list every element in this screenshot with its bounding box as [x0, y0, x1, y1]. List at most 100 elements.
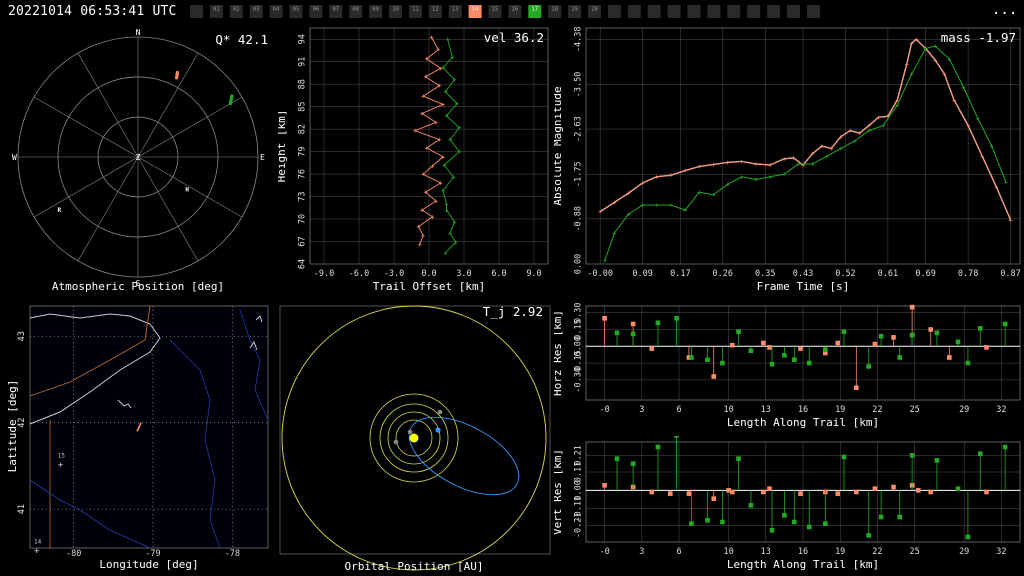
data-point: +: [418, 241, 422, 249]
data-point: +: [420, 207, 424, 215]
data-point: +: [914, 36, 918, 44]
x-tick-label: 19: [835, 405, 845, 415]
more-menu-button[interactable]: ...: [992, 2, 1017, 18]
data-point: +: [434, 119, 438, 127]
residual-point: [769, 528, 775, 533]
y-tick-label: 41: [17, 504, 27, 514]
station-cell: [647, 5, 661, 18]
data-point: +: [697, 189, 701, 197]
polar-spoke: [137, 52, 199, 158]
data-point: +: [425, 144, 429, 152]
residual-point: [909, 453, 915, 458]
x-tick-label: 25: [909, 405, 919, 415]
data-point: +: [810, 150, 814, 158]
residual-point: [720, 519, 725, 525]
earth: [435, 427, 441, 433]
residual-point: [748, 348, 754, 354]
residual-point: [782, 513, 787, 518]
data-point: +: [994, 184, 998, 192]
x-tick-label: -0: [599, 547, 609, 557]
station-cell: [190, 5, 203, 18]
y-axis-label: Height [km]: [278, 110, 288, 183]
residual-point: [984, 489, 989, 495]
series-line: [442, 39, 460, 254]
data-point: +: [442, 162, 446, 170]
data-point: +: [454, 239, 458, 247]
data-point: +: [782, 171, 786, 179]
residual-point: [1002, 444, 1008, 450]
compass-north: N: [136, 28, 141, 37]
residual-point: [897, 355, 903, 360]
residual-point: [806, 360, 812, 366]
data-point: +: [810, 160, 814, 168]
station-cell-label: 13: [452, 7, 459, 13]
residual-point: [866, 364, 872, 369]
residual-point: [1002, 321, 1008, 327]
orbital-position-panel: T_j 2.92 Orbital Position [AU]: [279, 304, 551, 573]
data-point: +: [801, 161, 805, 169]
station-cell-label: 17: [531, 7, 538, 13]
planet: [393, 439, 399, 445]
station-cell: [767, 5, 781, 18]
map-panel: 414243-80 -79 -7815+14+Longitude [deg]Lati…: [6, 305, 269, 571]
residual-point: [705, 518, 710, 523]
residual-point: [792, 519, 797, 525]
x-tick-label: -0.00: [587, 269, 613, 279]
station-cell-label: 10: [392, 7, 399, 13]
data-point: +: [655, 202, 659, 210]
x-tick-label: 0.69: [915, 269, 935, 279]
data-point: +: [881, 122, 885, 130]
station-cell-label: 07: [332, 7, 339, 13]
y-tick-label: 88: [298, 79, 308, 89]
data-point: +: [441, 101, 445, 109]
compass-west: W: [12, 153, 17, 162]
x-axis-label: Atmospheric Position [deg]: [52, 280, 224, 293]
x-tick-label: 6.0: [491, 269, 506, 279]
data-point: +: [421, 232, 425, 240]
x-tick-label: 3: [639, 405, 644, 415]
data-point: +: [924, 45, 928, 53]
data-point: +: [829, 145, 833, 153]
data-point: +: [952, 96, 956, 104]
residual-point: [649, 346, 655, 351]
data-point: +: [446, 36, 450, 44]
x-tick-label: 13: [761, 405, 771, 415]
data-point: +: [450, 54, 454, 62]
residual-point: [769, 361, 775, 367]
data-point: +: [640, 179, 644, 187]
x-axis-label: Orbital Position [AU]: [344, 560, 483, 573]
station-cell-label: 03: [253, 7, 260, 13]
data-point: +: [612, 199, 616, 207]
data-point: +: [796, 160, 800, 168]
data-point: +: [441, 153, 445, 161]
polar-spoke: [77, 52, 139, 158]
residual-point: [823, 521, 828, 526]
residual-point: [792, 357, 797, 363]
horizontal-residual-panel: -0 3 6 10 13 16 19 22 25 29 32-0.30-0.150.000.150.…: [554, 302, 1021, 429]
station-label: 15: [58, 452, 66, 459]
residual-point: [614, 456, 620, 461]
data-point: +: [598, 208, 602, 216]
residual-point: [782, 352, 787, 358]
atmospheric-position-panel: NSEW ZRHQ* 42.1Atmospheric Position [deg]: [12, 28, 268, 293]
data-point: +: [603, 257, 607, 265]
station-cell-label: 16: [512, 7, 519, 13]
data-point: +: [448, 230, 452, 238]
x-tick-label: 0.26: [713, 269, 733, 279]
data-point: +: [683, 167, 687, 175]
y-tick-label: 64: [298, 259, 308, 269]
timestamp-label: 20221014 06:53:41 UTC: [8, 4, 177, 19]
data-point: +: [933, 42, 937, 50]
x-tick-label: -80: [66, 549, 81, 559]
station-cell: [707, 5, 721, 18]
residual-point: [854, 489, 859, 495]
data-point: +: [444, 207, 448, 215]
planet: [437, 409, 443, 415]
residual-point: [841, 454, 847, 460]
data-point: +: [853, 137, 857, 145]
data-point: +: [453, 219, 457, 227]
data-point: +: [824, 153, 828, 161]
y-tick-label: -2.63: [574, 116, 584, 142]
polar-spoke: [137, 96, 243, 158]
data-point: +: [839, 145, 843, 153]
